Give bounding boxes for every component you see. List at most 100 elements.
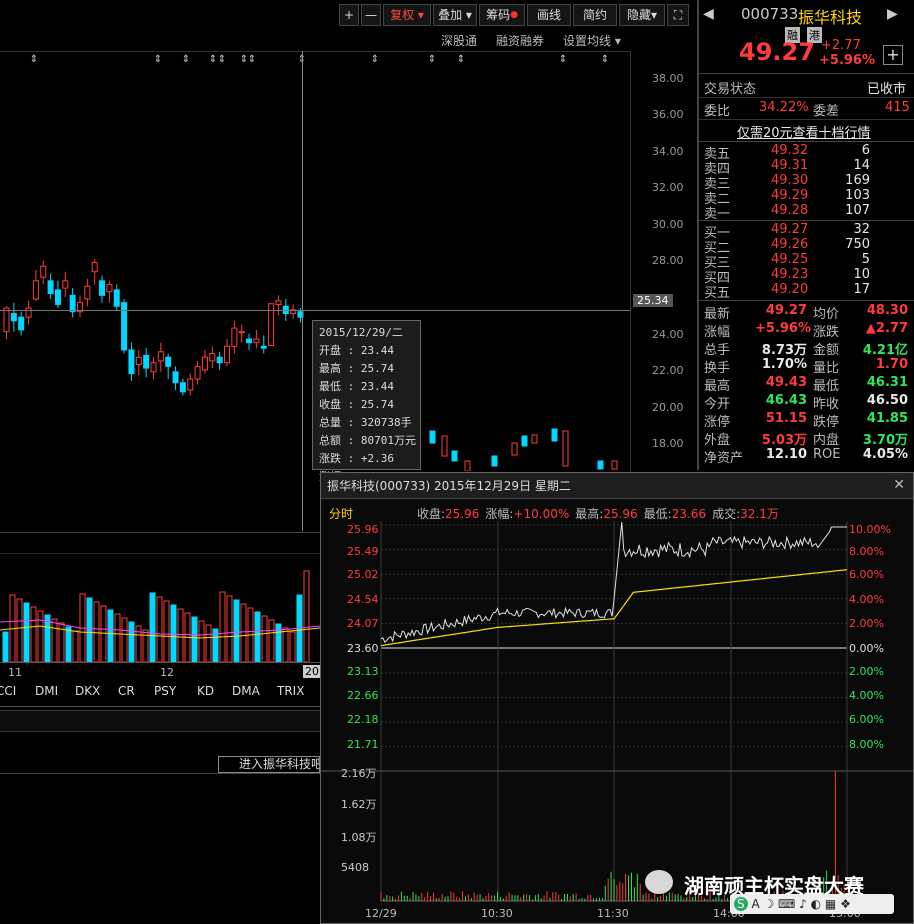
volume-bar — [233, 599, 240, 662]
volume-bar — [23, 602, 30, 662]
event-marker: ⇕ — [30, 54, 38, 65]
date-label: 12 — [160, 666, 174, 679]
volume-bar — [37, 610, 44, 662]
level10-link[interactable]: 仅需20元查看十档行情 — [737, 122, 871, 141]
stock-code: 000733 — [741, 5, 799, 23]
tab-kd[interactable]: KD — [197, 684, 214, 698]
stat-value: 1.70% — [761, 357, 807, 372]
left-price-tick: 25.49 — [347, 545, 379, 558]
candle-body — [275, 300, 282, 305]
tooltip-key: 涨跌 — [319, 452, 341, 465]
stat-label: 净资产 — [704, 451, 744, 466]
candle-body — [253, 338, 260, 344]
candle-body — [562, 430, 569, 467]
book-level-volume: 6 — [861, 143, 870, 158]
time-tick: 12/29 — [365, 907, 397, 920]
event-marker: ⇕ — [218, 54, 226, 65]
tab-psy[interactable]: PSY — [154, 684, 176, 698]
book-level-volume: 750 — [845, 237, 870, 252]
candle-body — [511, 442, 518, 456]
tab-dkx[interactable]: DKX — [75, 684, 100, 698]
volume-bar — [16, 598, 23, 662]
divider — [699, 73, 914, 74]
fuquan-dropdown[interactable]: 复权 ▾ — [383, 4, 431, 26]
tab-dmi[interactable]: DMI — [35, 684, 58, 698]
status-label: 交易状态 — [704, 82, 757, 97]
info-key: 成交: — [712, 507, 741, 521]
book-level-volume: 103 — [845, 188, 870, 203]
book-level-volume: 5 — [861, 252, 870, 267]
tab-cci[interactable]: CCI — [0, 684, 16, 698]
stat-label: ROE — [813, 447, 841, 462]
price-tick: 34.00 — [652, 145, 684, 158]
candle-body — [531, 434, 538, 444]
tab-cr[interactable]: CR — [118, 684, 135, 698]
chouma-button[interactable]: 筹码● — [479, 4, 525, 26]
ime-s-icon: S — [734, 897, 748, 911]
stat-label: 最高 — [704, 379, 731, 394]
zoom-in-button[interactable]: + — [339, 4, 359, 26]
tooltip-rows: 开盘 : 23.44 最高 : 25.74 最低 : 23.44 收盘 : 25.74… — [319, 342, 416, 483]
volume-bottom-border — [0, 662, 320, 663]
candle-body — [143, 354, 150, 369]
enter-forum-button[interactable]: 进入振华科技吧 — [218, 756, 320, 773]
zoom-out-button[interactable]: — — [361, 4, 381, 26]
volume-bar — [93, 601, 100, 662]
tooltip-row: 涨跌 : +2.36 — [319, 450, 414, 468]
volume-bar — [261, 615, 268, 662]
price-tick: 38.00 — [652, 72, 684, 85]
book-level-price: 49.26 — [771, 237, 809, 252]
candle-body — [179, 382, 186, 393]
yincang-button[interactable]: 隐藏▾ — [619, 4, 665, 26]
stat-label: 最低 — [813, 379, 840, 394]
price-tick: 18.00 — [652, 437, 684, 450]
rongzi-link[interactable]: 融资融券 — [496, 32, 544, 49]
volume-bar — [100, 605, 107, 662]
close-icon[interactable]: ✕ — [893, 477, 905, 493]
nav-next-icon[interactable]: ▶ — [887, 6, 898, 22]
volume-bar — [268, 619, 275, 662]
candle-body — [135, 356, 142, 366]
ma-settings-dropdown[interactable]: 设置均线 ▾ — [563, 32, 621, 49]
intraday-titlebar: 振华科技(000733) 2015年12月29日 星期二 — [321, 473, 913, 499]
tooltip-key: 最低 — [319, 380, 341, 393]
ime-toolbar[interactable]: S A ☽ ⌨ ♪ ◐ ▦ ❖ — [730, 894, 894, 914]
volume-bar — [114, 613, 121, 662]
tooltip-sep: : — [341, 416, 361, 429]
diejia-dropdown[interactable]: 叠加 ▾ — [433, 4, 477, 26]
volume-tick: 1.08万 — [341, 831, 377, 844]
book-level-price: 49.28 — [771, 203, 809, 218]
info-key: 最高: — [575, 507, 604, 521]
candle-body — [150, 362, 157, 373]
tooltip-row: 最低 : 23.44 — [319, 378, 414, 396]
volume-bar — [30, 606, 37, 662]
right-pct-tick: 4.00% — [849, 593, 884, 606]
intraday-window: 振华科技(000733) 2015年12月29日 星期二 ✕ 分时 收盘:25.… — [320, 472, 914, 924]
stat-label: 涨跌 — [813, 325, 840, 340]
nav-prev-icon[interactable]: ◀ — [703, 6, 714, 22]
huaxian-button[interactable]: 画线 — [527, 4, 571, 26]
tab-fenshi[interactable]: 分时 — [329, 505, 353, 522]
fullscreen-icon[interactable]: ⛶ — [667, 4, 689, 26]
stat-value: 51.15 — [765, 411, 807, 426]
volume-bar — [72, 630, 79, 662]
crosshair-horizontal — [0, 310, 630, 311]
stat-value: +5.96% — [755, 321, 811, 336]
tooltip-key: 开盘 — [319, 344, 341, 357]
candle-body — [201, 356, 208, 371]
stat-value: 3.70万 — [862, 433, 908, 448]
time-tick: 10:30 — [481, 907, 513, 920]
stat-label: 最新 — [704, 307, 731, 322]
price-tick: 30.00 — [652, 218, 684, 231]
tab-dma[interactable]: DMA — [232, 684, 260, 698]
diejia-label: 叠加 — [438, 8, 463, 22]
tooltip-key: 总额 — [319, 434, 341, 447]
tab-trix[interactable]: TRIX — [277, 684, 304, 698]
jianyue-button[interactable]: 简约 — [573, 4, 617, 26]
candle-body — [128, 349, 135, 375]
right-pct-tick: 10.00% — [849, 523, 891, 536]
stat-value: 49.43 — [765, 375, 807, 390]
add-watchlist-button[interactable]: + — [883, 45, 903, 65]
shengutong-link[interactable]: 深股通 — [441, 32, 477, 49]
stat-label: 金额 — [813, 343, 840, 358]
